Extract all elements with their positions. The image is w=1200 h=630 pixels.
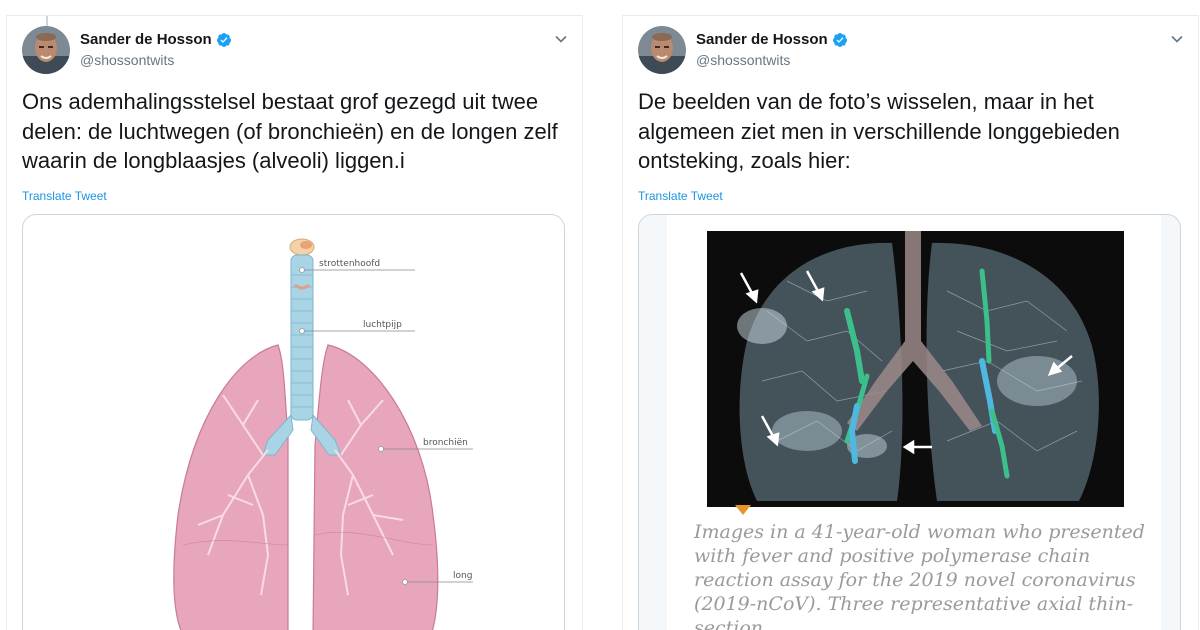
avatar[interactable] <box>22 26 70 74</box>
thread-line <box>46 16 48 26</box>
figure-caption: Images in a 41-year-old woman who presen… <box>694 521 1145 630</box>
translate-tweet-link[interactable]: Translate Tweet <box>638 189 723 203</box>
author-handle[interactable]: @shossontwits <box>696 52 790 68</box>
tweet-text: De beelden van de foto’s wisselen, maar … <box>638 89 1120 173</box>
label-bronchi: bronchiën <box>423 438 468 448</box>
figure-marker <box>735 505 751 515</box>
tweet-text: Ons ademhalingsstelsel bestaat grof geze… <box>22 89 558 173</box>
translate-tweet-link[interactable]: Translate Tweet <box>22 189 107 203</box>
label-larynx: strottenhoofd <box>319 259 380 269</box>
tweet-card[interactable]: Sander de Hosson @shossontwits De beelde… <box>622 15 1199 630</box>
verified-badge-icon <box>832 32 847 47</box>
author-name[interactable]: Sander de Hosson <box>80 31 212 48</box>
tweet-card[interactable]: Sander de Hosson @shossontwits Ons ademh… <box>6 15 583 630</box>
label-trachea: luchtpijp <box>363 320 402 330</box>
avatar[interactable] <box>638 26 686 74</box>
lung-diagram: strottenhoofd luchtpijp bronchiën long <box>173 238 473 630</box>
paper-figure: Images in a 41-year-old woman who presen… <box>667 215 1161 630</box>
author-handle[interactable]: @shossontwits <box>80 52 174 68</box>
tweet-media-image[interactable]: strottenhoofd luchtpijp bronchiën long <box>22 214 565 630</box>
author-name[interactable]: Sander de Hosson <box>696 31 828 48</box>
chevron-down-icon[interactable] <box>554 32 568 46</box>
label-lung: long <box>453 571 472 581</box>
chevron-down-icon[interactable] <box>1170 32 1184 46</box>
ct-scan-image <box>707 231 1124 507</box>
verified-badge-icon <box>216 32 231 47</box>
tweet-media-image[interactable]: Images in a 41-year-old woman who presen… <box>638 214 1181 630</box>
